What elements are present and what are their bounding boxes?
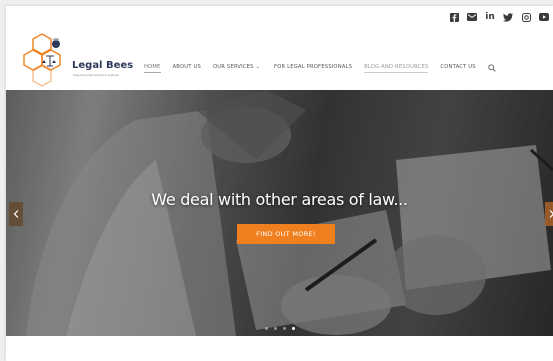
slider-next-button[interactable] bbox=[545, 202, 553, 226]
slider-dot-4[interactable] bbox=[291, 327, 295, 330]
page-content bbox=[6, 336, 553, 361]
email-icon[interactable] bbox=[467, 12, 477, 22]
hero-background-image bbox=[6, 90, 553, 336]
honeycomb-logo-icon bbox=[23, 33, 61, 87]
facebook-icon[interactable] bbox=[449, 12, 459, 22]
search-icon[interactable] bbox=[488, 59, 496, 77]
chevron-right-icon bbox=[549, 210, 553, 218]
nav-home[interactable]: HOME bbox=[144, 64, 161, 73]
instagram-icon[interactable] bbox=[521, 12, 531, 22]
slider-prev-button[interactable] bbox=[9, 202, 23, 226]
twitter-icon[interactable] bbox=[503, 12, 513, 22]
logo[interactable]: Legal Bees Supporting law schools & stud… bbox=[20, 32, 140, 88]
social-bar: in bbox=[6, 6, 553, 28]
nav-contact-us[interactable]: CONTACT US bbox=[440, 64, 475, 72]
brand-name: Legal Bees bbox=[72, 60, 134, 71]
page-frame: in Legal Bees Supporting law schools & s… bbox=[6, 6, 553, 361]
slider-pagination bbox=[6, 327, 553, 330]
slider-dot-3[interactable] bbox=[282, 327, 286, 330]
slider-dot-2[interactable] bbox=[273, 327, 277, 330]
brand-tagline: Supporting law schools & students bbox=[73, 73, 119, 77]
nav-legal-professionals[interactable]: FOR LEGAL PROFESSIONALS bbox=[274, 64, 352, 72]
hero-slider: We deal with other areas of law... FIND … bbox=[6, 90, 553, 336]
find-out-more-button[interactable]: FIND OUT MORE! bbox=[237, 224, 335, 244]
site-header: Legal Bees Supporting law schools & stud… bbox=[6, 28, 553, 91]
chevron-left-icon bbox=[13, 210, 19, 218]
main-nav: HOME ABOUT US OUR SERVICES ⌄ FOR LEGAL P… bbox=[138, 59, 553, 77]
linkedin-icon[interactable]: in bbox=[485, 12, 495, 22]
nav-our-services[interactable]: OUR SERVICES ⌄ bbox=[213, 64, 260, 72]
nav-about-us[interactable]: ABOUT US bbox=[173, 64, 201, 72]
nav-blog-resources[interactable]: BLOG AND RESOURCES bbox=[364, 64, 429, 73]
slider-dot-1[interactable] bbox=[264, 327, 268, 330]
hero-title: We deal with other areas of law... bbox=[151, 190, 408, 209]
youtube-icon[interactable] bbox=[539, 12, 549, 22]
